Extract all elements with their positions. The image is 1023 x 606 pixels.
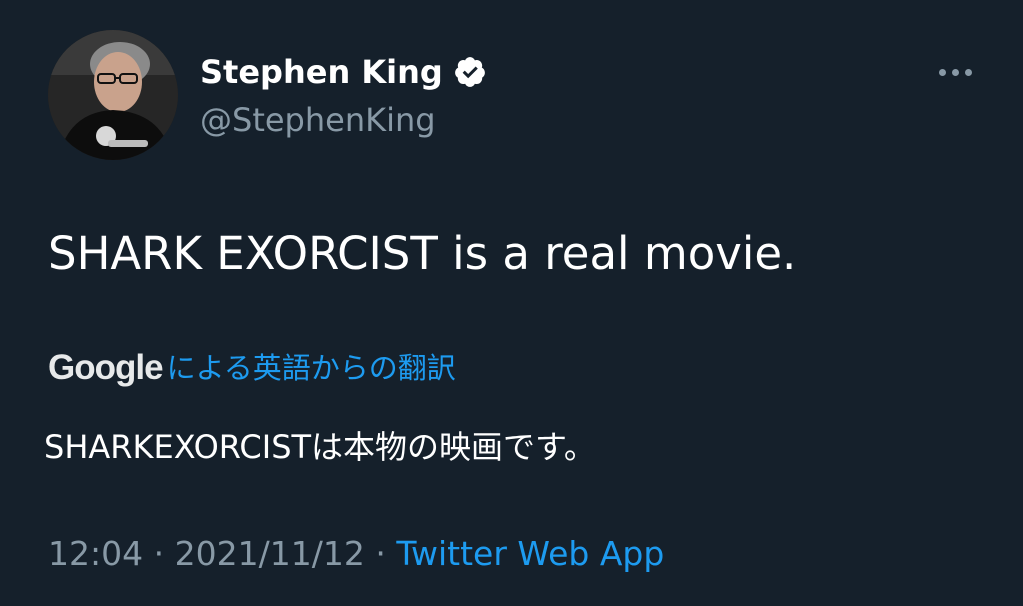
translated-text: SHARKEXORCISTは本物の映画です。 xyxy=(44,428,596,466)
meta-separator: · xyxy=(153,534,165,573)
more-horizontal-icon xyxy=(964,68,972,76)
tweet-source-link[interactable]: Twitter Web App xyxy=(396,534,664,573)
translation-header: Google による英語からの翻訳 xyxy=(48,344,456,392)
more-horizontal-icon xyxy=(938,68,946,76)
display-name-text: Stephen King xyxy=(200,53,443,91)
user-name[interactable]: Stephen King xyxy=(200,50,487,94)
user-handle[interactable]: @StephenKing xyxy=(200,98,436,142)
google-logo: Google xyxy=(48,348,164,387)
tweet-time[interactable]: 12:04 xyxy=(48,534,143,573)
avatar[interactable] xyxy=(48,30,178,160)
profile-photo-icon xyxy=(48,30,178,160)
tweet-metadata: 12:04 · 2021/11/12 · Twitter Web App xyxy=(48,530,664,578)
translation-label-link[interactable]: による英語からの翻訳 xyxy=(167,344,456,392)
meta-separator: · xyxy=(375,534,386,573)
tweet-text: SHARK EXORCIST is a real movie. xyxy=(48,227,797,280)
tweet-date[interactable]: 2021/11/12 xyxy=(175,534,365,573)
more-horizontal-icon xyxy=(951,68,959,76)
verified-badge-icon xyxy=(453,55,487,89)
more-options-button[interactable] xyxy=(928,56,982,88)
